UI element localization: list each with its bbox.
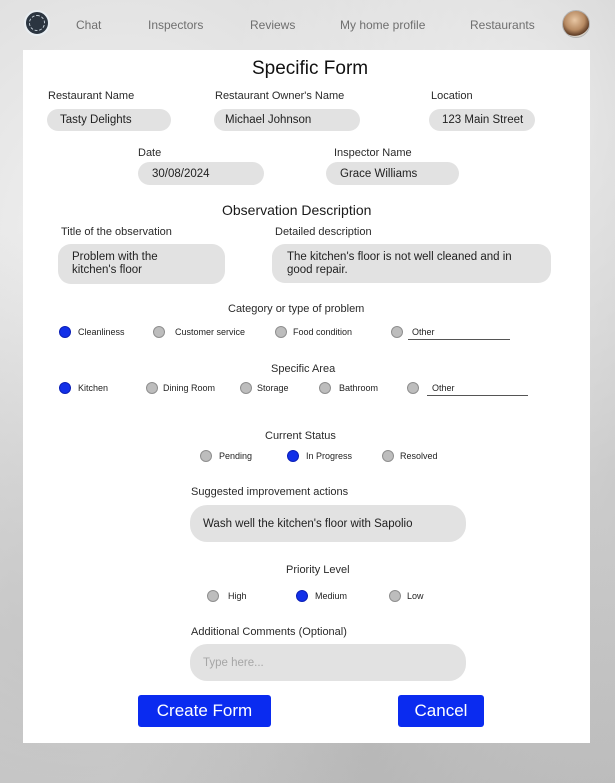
category-food-condition-radio[interactable]: [275, 326, 287, 338]
priority-medium-radio[interactable]: [296, 590, 308, 602]
priority-low-label: Low: [407, 591, 424, 601]
top-navigation: Chat Inspectors Reviews My home profile …: [0, 0, 615, 52]
category-cleanliness-radio[interactable]: [59, 326, 71, 338]
comments-field[interactable]: Type here...: [190, 644, 466, 681]
priority-high-radio[interactable]: [207, 590, 219, 602]
area-dining-room-label: Dining Room: [163, 383, 216, 393]
area-bathroom-radio[interactable]: [319, 382, 331, 394]
area-bathroom-label: Bathroom: [339, 383, 379, 393]
inspector-name-field[interactable]: Grace Williams: [326, 162, 459, 185]
location-label: Location: [431, 90, 473, 102]
location-field[interactable]: 123 Main Street: [429, 109, 535, 131]
priority-low-radio[interactable]: [389, 590, 401, 602]
comments-label: Additional Comments (Optional): [191, 626, 347, 638]
page-title: Specific Form: [252, 58, 369, 79]
status-in-progress-radio[interactable]: [287, 450, 299, 462]
area-other-radio[interactable]: [407, 382, 419, 394]
inspector-name-label: Inspector Name: [334, 147, 412, 159]
priority-level-label: Priority Level: [286, 564, 350, 576]
nav-chat[interactable]: Chat: [76, 18, 101, 32]
status-pending-label: Pending: [219, 451, 253, 461]
observation-title-label: Title of the observation: [61, 226, 172, 238]
category-customer-service-radio[interactable]: [153, 326, 165, 338]
nav-inspectors[interactable]: Inspectors: [148, 18, 203, 32]
logo-icon[interactable]: [24, 10, 50, 36]
area-storage-label: Storage: [257, 383, 289, 393]
priority-medium-label: Medium: [315, 591, 348, 601]
detailed-description-label: Detailed description: [275, 226, 372, 238]
area-other-underline[interactable]: [427, 395, 528, 396]
suggested-actions-field[interactable]: Wash well the kitchen's floor with Sapol…: [190, 505, 466, 542]
specific-area-label: Specific Area: [271, 363, 336, 375]
category-other-label: Other: [412, 327, 435, 337]
status-resolved-radio[interactable]: [382, 450, 394, 462]
area-kitchen-label: Kitchen: [78, 383, 109, 393]
nav-reviews[interactable]: Reviews: [250, 18, 295, 32]
cancel-button[interactable]: Cancel: [398, 695, 484, 727]
category-other-radio[interactable]: [391, 326, 403, 338]
date-field[interactable]: 30/08/2024: [138, 162, 264, 185]
category-customer-service-label: Customer service: [175, 327, 246, 337]
create-form-button[interactable]: Create Form: [138, 695, 271, 727]
priority-high-label: High: [228, 591, 247, 601]
status-pending-radio[interactable]: [200, 450, 212, 462]
form-card: Specific Form Restaurant Name Tasty Deli…: [23, 50, 590, 743]
detailed-description-field[interactable]: The kitchen's floor is not well cleaned …: [272, 244, 551, 283]
avatar[interactable]: [562, 10, 590, 38]
date-label: Date: [138, 147, 162, 159]
current-status-label: Current Status: [265, 430, 336, 442]
restaurant-name-field[interactable]: Tasty Delights: [47, 109, 171, 131]
area-other-label: Other: [432, 383, 455, 393]
area-storage-radio[interactable]: [240, 382, 252, 394]
nav-my-home-profile[interactable]: My home profile: [340, 18, 425, 32]
restaurant-name-label: Restaurant Name: [48, 90, 135, 102]
observation-heading: Observation Description: [222, 202, 372, 218]
category-label: Category or type of problem: [228, 303, 365, 315]
category-cleanliness-label: Cleanliness: [78, 327, 125, 337]
owner-name-label: Restaurant Owner's Name: [215, 90, 345, 102]
owner-name-field[interactable]: Michael Johnson: [214, 109, 360, 131]
area-kitchen-radio[interactable]: [59, 382, 71, 394]
area-dining-room-radio[interactable]: [146, 382, 158, 394]
category-food-condition-label: Food condition: [293, 327, 353, 337]
nav-restaurants[interactable]: Restaurants: [470, 18, 535, 32]
observation-title-field[interactable]: Problem with the kitchen's floor: [58, 244, 225, 284]
category-other-underline[interactable]: [408, 339, 510, 340]
status-in-progress-label: In Progress: [306, 451, 353, 461]
suggested-actions-label: Suggested improvement actions: [191, 486, 349, 498]
status-resolved-label: Resolved: [400, 451, 438, 461]
